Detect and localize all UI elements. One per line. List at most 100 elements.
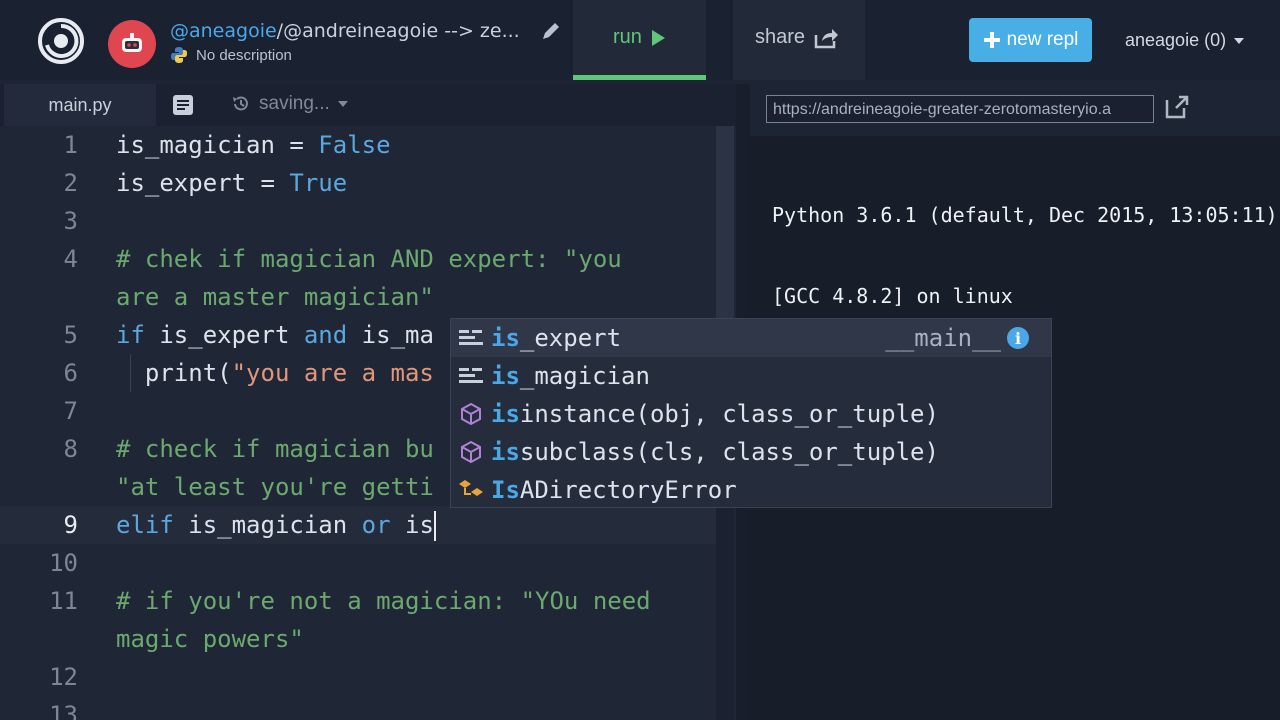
replit-logo-icon[interactable]	[38, 18, 84, 64]
robot-icon	[122, 33, 142, 52]
pencil-icon[interactable]	[540, 20, 562, 42]
code-token: is_magician =	[116, 131, 319, 159]
repl-title[interactable]: @aneagoie/@andreineagoie --> ze...	[170, 20, 520, 42]
line-number: 7	[63, 397, 78, 425]
code-text: "at least you're getti	[116, 468, 434, 506]
code-line[interactable]: 3	[0, 202, 716, 240]
code-line[interactable]: magic powers"	[0, 620, 716, 658]
line-number: 5	[63, 321, 78, 349]
save-status-text: saving...	[259, 93, 330, 114]
autocomplete-item[interactable]: is_magician	[451, 357, 1051, 395]
autocomplete-detail: __main__	[885, 324, 1001, 352]
active-tab-indicator	[573, 75, 706, 80]
line-number: 10	[49, 549, 78, 577]
code-line[interactable]: 1 is_magician = False	[0, 126, 716, 164]
repl-owner[interactable]: @aneagoie	[170, 20, 277, 42]
user-menu[interactable]: aneagoie (0)	[1125, 30, 1245, 51]
code-token: is_ma	[347, 321, 434, 349]
class-icon	[451, 471, 491, 509]
share-label: share	[755, 26, 806, 48]
autocomplete-label: is_expert	[491, 324, 621, 352]
autocomplete-match: is	[491, 400, 520, 428]
line-number: 9	[63, 511, 78, 539]
autocomplete-item[interactable]: issubclass(cls, class_or_tuple)	[451, 433, 1051, 471]
tab-main-py[interactable]: main.py	[4, 84, 156, 126]
autocomplete-match: is	[491, 324, 520, 352]
code-line[interactable]: 13	[0, 696, 716, 720]
repl-url-field[interactable]: https://andreineagoie-greater-zerotomast…	[766, 95, 1154, 123]
code-token: "you are a mas	[231, 359, 434, 387]
save-status[interactable]: saving...	[231, 93, 348, 115]
code-token: False	[318, 131, 391, 159]
line-number: 4	[63, 245, 78, 273]
text-cursor	[433, 511, 436, 541]
plus-icon	[983, 32, 1000, 48]
share-icon	[814, 28, 839, 48]
autocomplete-item[interactable]: is_expert __main__ i	[451, 319, 1051, 357]
code-text: is_expert = True	[116, 164, 347, 202]
new-repl-button[interactable]: new repl	[969, 18, 1092, 62]
code-line[interactable]: 2 is_expert = True	[0, 164, 716, 202]
python-icon	[171, 47, 187, 63]
code-line[interactable]: 12	[0, 658, 716, 696]
user-menu-label: aneagoie (0)	[1125, 30, 1227, 50]
new-repl-label: new repl	[1006, 29, 1079, 50]
autocomplete-popup[interactable]: is_expert __main__ i is_magician isinstance(…	[450, 318, 1052, 508]
caret-down-icon	[337, 101, 348, 107]
code-token: elif	[116, 511, 174, 539]
url-bar: https://andreineagoie-greater-zerotomast…	[750, 84, 1280, 136]
autocomplete-label: issubclass(cls, class_or_tuple)	[491, 438, 939, 466]
open-external-icon[interactable]	[1164, 94, 1190, 120]
autocomplete-label: is_magician	[491, 362, 650, 390]
run-button[interactable]: run	[573, 0, 706, 80]
code-token: print(	[116, 359, 232, 387]
repl-description[interactable]: No description	[196, 47, 292, 64]
code-text: # chek if magician AND expert: "you	[116, 240, 622, 278]
code-line[interactable]: are a master magician"	[0, 278, 716, 316]
autocomplete-label: isinstance(obj, class_or_tuple)	[491, 400, 939, 428]
code-token: are a master magician"	[116, 283, 434, 311]
console-line: Python 3.6.1 (default, Dec 2015, 13:05:1…	[772, 203, 1278, 227]
code-token: is_magician	[173, 511, 362, 539]
avatar[interactable]	[108, 20, 156, 68]
caret-down-icon	[1234, 37, 1245, 44]
code-line[interactable]: 4 # chek if magician AND expert: "you	[0, 240, 716, 278]
console-line: [GCC 4.8.2] on linux	[772, 284, 1013, 308]
code-text: elif is_magician or is	[116, 506, 436, 544]
code-text: # check if magician bu	[116, 430, 434, 468]
code-text: # if you're not a magician: "YOu need	[116, 582, 651, 620]
code-text: are a master magician"	[116, 278, 434, 316]
top-bar: @aneagoie/@andreineagoie --> ze... No de…	[0, 0, 1280, 80]
code-text: is_magician = False	[116, 126, 391, 164]
file-bar: main.py saving...	[0, 84, 736, 126]
code-token: # chek if magician AND expert: "you	[116, 245, 622, 273]
info-icon[interactable]: i	[1007, 327, 1029, 349]
code-token: is	[390, 511, 434, 539]
code-line[interactable]: 11 # if you're not a magician: "YOu need	[0, 582, 716, 620]
play-icon	[651, 29, 665, 46]
line-number: 11	[49, 587, 78, 615]
autocomplete-match: is	[491, 438, 520, 466]
code-line[interactable]: 9 elif is_magician or is	[0, 506, 716, 544]
code-token: is_expert	[144, 321, 304, 349]
code-token: if	[116, 321, 145, 349]
share-button[interactable]: share	[733, 0, 865, 80]
line-number: 1	[63, 131, 78, 159]
code-token: # if you're not a magician: "YOu need	[116, 587, 651, 615]
code-line[interactable]: 10	[0, 544, 716, 582]
line-number: 13	[49, 701, 78, 720]
code-token: magic powers"	[116, 625, 304, 653]
autocomplete-rest: _expert	[519, 324, 622, 352]
code-text: if is_expert and is_ma	[116, 316, 434, 354]
line-number: 8	[63, 435, 78, 463]
variable-icon	[451, 357, 491, 395]
autocomplete-item[interactable]: IsADirectoryError	[451, 471, 1051, 509]
autocomplete-item[interactable]: isinstance(obj, class_or_tuple)	[451, 395, 1051, 433]
autocomplete-label: IsADirectoryError	[491, 476, 737, 504]
code-token: True	[289, 169, 348, 197]
line-number: 6	[63, 359, 78, 387]
variable-icon	[451, 319, 491, 357]
line-number: 3	[63, 207, 78, 235]
code-text: print("you are a mas	[116, 354, 434, 392]
files-icon[interactable]	[172, 94, 194, 116]
